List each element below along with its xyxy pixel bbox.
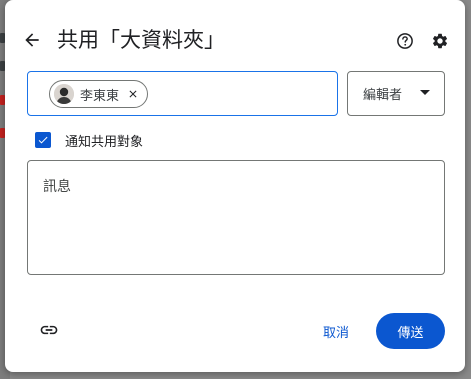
- notify-people-label: 通知共用對象: [65, 134, 144, 150]
- close-icon: [129, 90, 137, 98]
- message-textarea[interactable]: 訊息: [27, 160, 445, 275]
- dialog-header: 共用「大資料夾」: [5, 0, 465, 80]
- copy-link-button[interactable]: [37, 318, 61, 342]
- caret-down-icon: [420, 90, 430, 95]
- help-button[interactable]: [394, 30, 416, 52]
- person-chip[interactable]: 李東東: [49, 80, 149, 108]
- checkmark-icon: [38, 136, 48, 144]
- add-people-input[interactable]: 李東東: [27, 71, 338, 116]
- gear-icon: [433, 33, 448, 49]
- dialog-title: 共用「大資料夾」: [57, 28, 225, 52]
- send-button[interactable]: 傳送: [376, 313, 445, 349]
- role-selected-label: 編輯者: [363, 88, 403, 103]
- back-button[interactable]: [19, 27, 45, 53]
- link-icon: [40, 325, 58, 335]
- role-dropdown[interactable]: 編輯者: [347, 71, 445, 116]
- cancel-button[interactable]: 取消: [306, 316, 366, 346]
- arrow-back-icon: [25, 33, 39, 47]
- remove-person-button[interactable]: [125, 86, 141, 102]
- notify-people-row: 通知共用對象: [35, 131, 144, 150]
- share-dialog: 共用「大資料夾」 李東東 編輯者 通知共用對象 訊息 取消 傳送: [5, 0, 465, 372]
- message-placeholder: 訊息: [43, 179, 71, 195]
- settings-button[interactable]: [429, 30, 451, 52]
- notify-people-checkbox[interactable]: [35, 132, 51, 148]
- person-chip-name: 李東東: [80, 88, 120, 104]
- help-circle-icon: [397, 33, 413, 49]
- user-avatar: [54, 84, 74, 104]
